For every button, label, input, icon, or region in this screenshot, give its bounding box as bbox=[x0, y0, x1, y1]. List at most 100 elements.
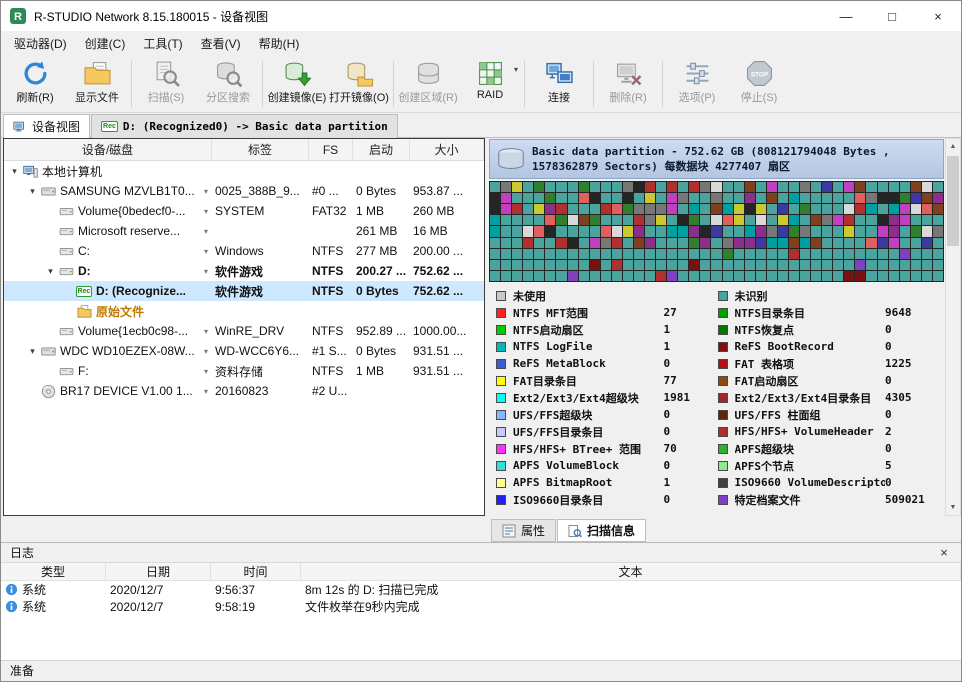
row-dropdown-icon[interactable]: ▾ bbox=[204, 347, 209, 356]
column-header-label[interactable]: 标签 bbox=[212, 139, 309, 160]
info-tab-bar: 属性 扫描信息 bbox=[488, 516, 945, 542]
tree-row-br17-device[interactable]: BR17 DEVICE V1.00 1...▾20160823#2 U... bbox=[4, 381, 484, 401]
scroll-track[interactable] bbox=[946, 154, 960, 500]
tab-scanned-partition[interactable]: Rec D: (Recognized0) -> Basic data parti… bbox=[91, 114, 398, 138]
log-date: 2020/12/7 bbox=[106, 598, 211, 615]
tree-row-d-drive[interactable]: ▾D:▾软件游戏NTFS200.27 ...752.62 ... bbox=[4, 261, 484, 281]
partition-icon bbox=[496, 146, 526, 172]
scan-block bbox=[811, 226, 821, 236]
row-dropdown-icon[interactable]: ▾ bbox=[204, 247, 209, 256]
legend-swatch bbox=[718, 308, 728, 318]
legend-value: 77 bbox=[664, 374, 718, 387]
tree-header: 设备/磁盘 标签 FS 启动 大小 bbox=[4, 139, 484, 161]
scan-block bbox=[723, 238, 733, 248]
tree-row-d-recognized[interactable]: RecD: (Recognize...软件游戏NTFS0 Bytes752.62… bbox=[4, 281, 484, 301]
scan-block bbox=[667, 226, 677, 236]
legend-item: APFS BitmapRoot1 bbox=[496, 474, 718, 491]
scan-block bbox=[911, 204, 921, 214]
column-header-device[interactable]: 设备/磁盘 bbox=[4, 139, 212, 160]
row-dropdown-icon[interactable]: ▾ bbox=[204, 227, 209, 236]
scan-block bbox=[855, 271, 865, 281]
open-image-button[interactable]: 打开镜像(O) bbox=[328, 57, 390, 110]
scan-block bbox=[700, 249, 710, 259]
tree-row-volume-0bedecf0[interactable]: Volume{0bedecf0-...▾SYSTEMFAT321 MB260 M… bbox=[4, 201, 484, 221]
row-dropdown-icon[interactable]: ▾ bbox=[204, 327, 209, 336]
delete-button: 删除(R) bbox=[597, 57, 659, 110]
scan-block bbox=[745, 204, 755, 214]
log-close-icon[interactable]: × bbox=[936, 545, 952, 560]
refresh-button[interactable]: 刷新(R) bbox=[4, 57, 66, 110]
cell-label: 软件游戏 bbox=[212, 261, 309, 281]
create-image-button[interactable]: 创建镜像(E) bbox=[266, 57, 328, 110]
scan-block bbox=[612, 260, 622, 270]
status-text: 准备 bbox=[10, 662, 34, 679]
scan-block bbox=[889, 182, 899, 192]
column-header-size[interactable]: 大小 bbox=[410, 139, 484, 160]
raid-button[interactable]: ▾RAID bbox=[459, 57, 521, 110]
scan-block bbox=[656, 260, 666, 270]
show-files-button[interactable]: 显示文件 bbox=[66, 57, 128, 110]
scan-block bbox=[756, 204, 766, 214]
tab-scan-information[interactable]: 扫描信息 bbox=[557, 519, 646, 542]
scan-block bbox=[900, 193, 910, 203]
dropdown-arrow-icon[interactable]: ▾ bbox=[514, 65, 518, 74]
tree-row-local-computer[interactable]: ▾本地计算机 bbox=[4, 161, 484, 181]
menu-create[interactable]: 创建(C) bbox=[76, 32, 135, 55]
log-column-type[interactable]: 类型 bbox=[1, 563, 106, 580]
scroll-up-icon[interactable]: ▲ bbox=[946, 139, 960, 154]
tree-row-samsung-disk[interactable]: ▾SAMSUNG MZVLB1T0...▾0025_388B_9...#0 ..… bbox=[4, 181, 484, 201]
log-column-text[interactable]: 文本 bbox=[301, 563, 961, 580]
scan-block bbox=[833, 182, 843, 192]
toolbar-button-label: 刷新(R) bbox=[16, 89, 53, 105]
log-row[interactable]: 系统2020/12/79:58:19文件枚举在9秒内完成 bbox=[1, 598, 961, 615]
connect-button[interactable]: 连接 bbox=[528, 57, 590, 110]
svg-text:STOP: STOP bbox=[750, 71, 768, 78]
scan-block-map[interactable] bbox=[489, 181, 944, 282]
scroll-down-icon[interactable]: ▼ bbox=[946, 500, 960, 515]
menu-tools[interactable]: 工具(T) bbox=[134, 32, 191, 55]
column-header-start[interactable]: 启动 bbox=[353, 139, 410, 160]
scan-block bbox=[579, 238, 589, 248]
scan-block bbox=[689, 226, 699, 236]
tree-row-microsoft-reserved[interactable]: Microsoft reserve...▾261 MB16 MB bbox=[4, 221, 484, 241]
row-dropdown-icon[interactable]: ▾ bbox=[204, 187, 209, 196]
expander-icon[interactable]: ▾ bbox=[26, 346, 39, 357]
row-dropdown-icon[interactable]: ▾ bbox=[204, 267, 209, 276]
tree-row-wdc-disk[interactable]: ▾WDC WD10EZEX-08W...▾WD-WCC6Y6...#1 S...… bbox=[4, 341, 484, 361]
legend-value: 1 bbox=[664, 340, 718, 353]
row-dropdown-icon[interactable]: ▾ bbox=[204, 387, 209, 396]
tree-row-raw-files[interactable]: 原始文件 bbox=[4, 301, 484, 321]
log-column-time[interactable]: 时间 bbox=[211, 563, 301, 580]
app-window: R R-STUDIO Network 8.15.180015 - 设备视图 — … bbox=[0, 0, 962, 682]
menu-help[interactable]: 帮助(H) bbox=[250, 32, 309, 55]
tree-row-c-drive[interactable]: C:▾WindowsNTFS277 MB200.00 ... bbox=[4, 241, 484, 261]
expander-icon[interactable]: ▾ bbox=[8, 166, 21, 177]
maximize-button[interactable]: □ bbox=[869, 1, 915, 31]
menu-drives[interactable]: 驱动器(D) bbox=[5, 32, 76, 55]
log-column-date[interactable]: 日期 bbox=[106, 563, 211, 580]
scan-block bbox=[645, 182, 655, 192]
log-row[interactable]: 系统2020/12/79:56:378m 12s 的 D: 扫描已完成 bbox=[1, 581, 961, 598]
scan-block bbox=[800, 271, 810, 281]
scan-block bbox=[933, 226, 943, 236]
scan-block bbox=[545, 193, 555, 203]
tree-row-f-drive[interactable]: F:▾资料存储NTFS1 MB931.51 ... bbox=[4, 361, 484, 381]
column-header-fs[interactable]: FS bbox=[309, 139, 353, 160]
right-scrollbar[interactable]: ▲ ▼ bbox=[945, 138, 961, 516]
scan-block bbox=[711, 226, 721, 236]
partition-info-header: Basic data partition - 752.62 GB (808121… bbox=[489, 139, 944, 179]
expander-icon[interactable]: ▾ bbox=[26, 186, 39, 197]
partition-search-icon bbox=[215, 60, 242, 87]
minimize-button[interactable]: — bbox=[823, 1, 869, 31]
tree-row-volume-1ecb0c98[interactable]: Volume{1ecb0c98-...▾WinRE_DRVNTFS952.89 … bbox=[4, 321, 484, 341]
row-dropdown-icon[interactable]: ▾ bbox=[204, 367, 209, 376]
scan-block bbox=[745, 226, 755, 236]
tab-device-view[interactable]: 设备视图 bbox=[3, 114, 90, 138]
close-button[interactable]: × bbox=[915, 1, 961, 31]
scroll-thumb[interactable] bbox=[947, 156, 959, 246]
menu-view[interactable]: 查看(V) bbox=[192, 32, 250, 55]
expander-icon[interactable]: ▾ bbox=[44, 266, 57, 277]
legend-label: APFS BitmapRoot bbox=[513, 476, 664, 489]
tab-properties[interactable]: 属性 bbox=[491, 519, 556, 542]
row-dropdown-icon[interactable]: ▾ bbox=[204, 207, 209, 216]
